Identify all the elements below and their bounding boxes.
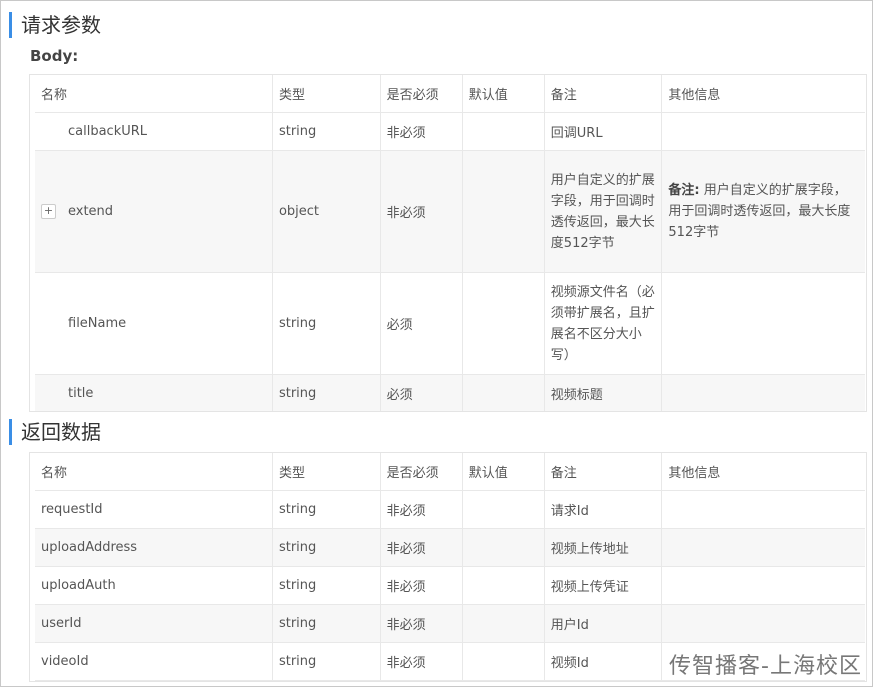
field-name: uploadAuth — [35, 566, 273, 605]
table-row: userId string 非必须 用户Id — [35, 604, 865, 643]
header-required: 是否必须 — [380, 453, 463, 491]
other-note-label: 备注: — [668, 183, 700, 198]
param-required: 必须 — [380, 272, 463, 375]
field-default — [462, 566, 545, 605]
header-type: 类型 — [272, 75, 381, 113]
param-default — [462, 150, 545, 273]
api-doc-panel: 请求参数 Body: 名称 类型 是否必须 默认值 备注 其他信息 callba… — [0, 0, 873, 687]
field-other — [661, 490, 865, 529]
field-name: uploadAddress — [35, 528, 273, 567]
watermark-text: 传智播客-上海校区 — [669, 654, 862, 679]
header-name: 名称 — [35, 75, 273, 113]
response-data-title: 返回数据 — [9, 419, 101, 445]
param-required: 必须 — [380, 374, 463, 411]
param-type: object — [272, 150, 381, 273]
table-row: fileName string 必须 视频源文件名（必须带扩展名，且扩展名不区分… — [35, 272, 865, 375]
header-other: 其他信息 — [661, 75, 865, 113]
param-default — [462, 374, 545, 411]
header-name: 名称 — [35, 453, 273, 491]
table-row: callbackURL string 非必须 回调URL — [35, 112, 865, 151]
table-row: + extend object 非必须 用户自定义的扩展字段，用于回调时透传返回，… — [35, 150, 865, 273]
header-type: 类型 — [272, 453, 381, 491]
param-note: 回调URL — [544, 112, 663, 151]
field-note: 视频上传凭证 — [544, 566, 663, 605]
param-name: callbackURL — [35, 112, 273, 151]
field-required: 非必须 — [380, 490, 463, 529]
field-note: 用户Id — [544, 604, 663, 643]
table-row: uploadAddress string 非必须 视频上传地址 — [35, 528, 865, 567]
param-default — [462, 272, 545, 375]
field-other — [661, 528, 865, 567]
table-row: title string 必须 视频标题 — [35, 374, 865, 411]
field-type: string — [272, 566, 381, 605]
field-default — [462, 490, 545, 529]
param-other-cell: 备注: 用户自定义的扩展字段，用于回调时透传返回，最大长度512字节 — [661, 150, 865, 273]
param-note: 视频标题 — [544, 374, 663, 411]
field-type: string — [272, 642, 381, 681]
table-header-row: 名称 类型 是否必须 默认值 备注 其他信息 — [35, 75, 865, 113]
field-default — [462, 604, 545, 643]
param-other — [661, 112, 865, 151]
field-name: videoId — [35, 642, 273, 681]
header-note: 备注 — [544, 453, 663, 491]
param-other — [661, 374, 865, 411]
expand-row-button[interactable]: + — [41, 204, 56, 219]
field-required: 非必须 — [380, 566, 463, 605]
field-required: 非必须 — [380, 642, 463, 681]
field-type: string — [272, 490, 381, 529]
param-name-cell: + extend — [35, 150, 273, 273]
param-required: 非必须 — [380, 150, 463, 273]
field-note: 请求Id — [544, 490, 663, 529]
field-default — [462, 642, 545, 681]
param-type: string — [272, 272, 381, 375]
field-name: requestId — [35, 490, 273, 529]
field-default — [462, 528, 545, 567]
field-type: string — [272, 528, 381, 567]
field-note: 视频Id — [544, 642, 663, 681]
header-other: 其他信息 — [661, 453, 865, 491]
header-default: 默认值 — [462, 75, 545, 113]
field-name: userId — [35, 604, 273, 643]
param-name: fileName — [35, 272, 273, 375]
request-params-title: 请求参数 — [9, 12, 101, 38]
field-note: 视频上传地址 — [544, 528, 663, 567]
param-note: 视频源文件名（必须带扩展名，且扩展名不区分大小写） — [544, 272, 663, 375]
field-type: string — [272, 604, 381, 643]
param-other — [661, 272, 865, 375]
header-note: 备注 — [544, 75, 663, 113]
body-label: Body: — [30, 47, 79, 65]
table-header-row: 名称 类型 是否必须 默认值 备注 其他信息 — [35, 453, 865, 491]
field-required: 非必须 — [380, 528, 463, 567]
param-type: string — [272, 112, 381, 151]
param-default — [462, 112, 545, 151]
param-type: string — [272, 374, 381, 411]
table-row: uploadAuth string 非必须 视频上传凭证 — [35, 566, 865, 605]
param-name: title — [35, 374, 273, 411]
request-params-table: 名称 类型 是否必须 默认值 备注 其他信息 callbackURL strin… — [29, 74, 867, 412]
header-required: 是否必须 — [380, 75, 463, 113]
param-note: 用户自定义的扩展字段，用于回调时透传返回，最大长度512字节 — [544, 150, 663, 273]
field-other — [661, 566, 865, 605]
field-required: 非必须 — [380, 604, 463, 643]
field-other — [661, 604, 865, 643]
param-name: extend — [68, 204, 114, 219]
header-default: 默认值 — [462, 453, 545, 491]
table-row: requestId string 非必须 请求Id — [35, 490, 865, 529]
param-required: 非必须 — [380, 112, 463, 151]
